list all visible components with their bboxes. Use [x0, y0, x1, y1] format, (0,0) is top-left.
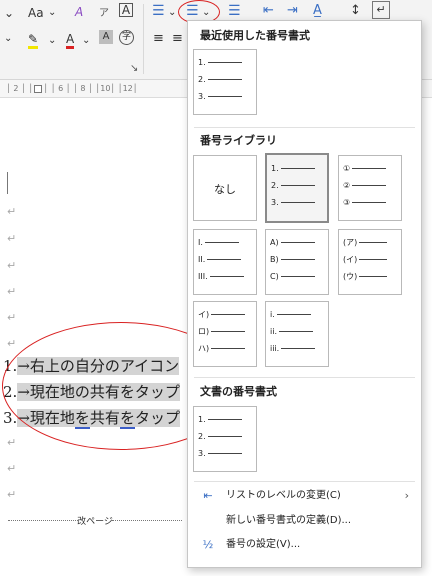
menu-item-label: 新しい番号書式の定義(D)... [226, 515, 352, 526]
clear-formatting-icon[interactable]: A [75, 3, 83, 21]
recent-format-arabic[interactable]: 1. 2. 3. [193, 49, 257, 115]
align-center-icon[interactable]: ≡ [172, 30, 183, 48]
format-row: ハ) [198, 342, 246, 356]
menu-item-label: リストのレベルの変更(C) [226, 490, 341, 501]
chevron-right-icon: › [404, 489, 409, 502]
bullets-chevron-icon[interactable]: ⌄ [168, 4, 176, 22]
format-row: 1. [198, 413, 242, 427]
page-break: 改ページ [0, 514, 190, 527]
format-row: ロ) [198, 325, 246, 339]
font-color-chevron-icon[interactable]: ⌄ [82, 32, 90, 50]
recent-formats-heading: 最近使用した番号書式 [200, 29, 310, 42]
chevron-down-icon[interactable]: ⌄ [4, 30, 12, 48]
paragraph-mark: ↵ [7, 285, 17, 298]
ribbon-group-divider [143, 4, 144, 74]
format-row: (イ) [343, 253, 388, 267]
asian-layout-icon[interactable]: A̲ [313, 2, 322, 20]
menu-item-label: 番号の設定(V)... [226, 539, 301, 550]
separator [194, 127, 415, 128]
format-alpha-upper[interactable]: A) B) C) [265, 229, 329, 295]
format-row: ① [343, 162, 387, 176]
format-row: ③ [343, 196, 387, 210]
enclosed-characters-icon[interactable]: 字 [119, 30, 134, 45]
document-formats-heading: 文書の番号書式 [200, 385, 277, 398]
highlight-chevron-icon[interactable]: ⌄ [48, 32, 56, 50]
paragraph-mark: ↵ [7, 259, 17, 272]
format-row: 1. [271, 162, 315, 176]
indent-marker[interactable] [34, 85, 42, 93]
character-shading-icon[interactable]: A [99, 30, 113, 44]
format-row: 2. [198, 430, 242, 444]
format-none[interactable]: なし [193, 155, 257, 221]
format-row: A) [270, 236, 315, 250]
paragraph-mark: ↵ [7, 311, 17, 324]
decrease-indent-icon[interactable]: ⇤ [263, 2, 274, 20]
format-row: 3. [198, 90, 242, 104]
bullets-icon[interactable]: ☰ [152, 2, 165, 20]
numbering-value-icon: ½ [202, 538, 214, 551]
numbering-library-heading: 番号ライブラリ [200, 134, 277, 147]
set-numbering-value-menu-item[interactable]: ½ 番号の設定(V)... [194, 535, 417, 555]
font-size-case-button[interactable]: Aa [28, 4, 44, 22]
none-label: なし [214, 183, 236, 196]
format-arabic-selected[interactable]: 1. 2. 3. [265, 153, 329, 223]
paragraph-mark: ↵ [7, 488, 17, 501]
highlight-color-icon[interactable]: ✎ [28, 30, 39, 49]
document-format-arabic[interactable]: 1. 2. 3. [193, 406, 257, 472]
phonetic-guide-icon[interactable]: ア [99, 5, 109, 23]
format-row: (ア) [343, 236, 388, 250]
format-row: 3. [271, 196, 315, 210]
format-row: B) [270, 253, 315, 267]
text-cursor [7, 172, 8, 194]
list-indent-icon: ⇤ [203, 489, 213, 502]
chevron-down-icon[interactable]: ⌄ [4, 4, 14, 22]
format-row: 2. [198, 73, 242, 87]
format-circled[interactable]: ① ② ③ [338, 155, 402, 221]
format-row: 1. [198, 56, 242, 70]
format-row: 2. [271, 179, 315, 193]
format-row: II. [198, 253, 242, 267]
format-row: ii. [270, 325, 313, 339]
paragraph-mark: ↵ [7, 337, 17, 350]
paragraph-mark: ↵ [7, 205, 17, 218]
change-list-level-menu-item[interactable]: ⇤ リストのレベルの変更(C) › [194, 486, 417, 506]
font-dialog-launcher-icon[interactable]: ↘ [130, 60, 138, 78]
change-case-chevron-icon[interactable]: ⌄ [48, 4, 56, 22]
format-row: III. [198, 270, 244, 284]
format-row: i. [270, 308, 311, 322]
format-row: iii. [270, 342, 316, 356]
show-formatting-marks-icon[interactable]: ↵ [372, 1, 390, 19]
format-row: ② [343, 179, 387, 193]
paragraph-mark: ↵ [7, 436, 17, 449]
format-katakana[interactable]: (ア) (イ) (ウ) [338, 229, 402, 295]
format-row: 3. [198, 447, 242, 461]
paragraph-mark: ↵ [7, 232, 17, 245]
format-iroha[interactable]: イ) ロ) ハ) [193, 301, 257, 367]
format-row: C) [270, 270, 315, 284]
format-row: イ) [198, 308, 246, 322]
format-row: I. [198, 236, 239, 250]
ruler-ticks: │ 2 │ │ 4 │ │ 6 │ │ 8 │ │10│ │12│ [6, 84, 138, 93]
format-row: (ウ) [343, 270, 388, 284]
character-border-icon[interactable]: A [119, 3, 133, 17]
sort-icon[interactable]: ↕ [350, 2, 361, 20]
align-left-icon[interactable]: ≡ [153, 30, 164, 48]
separator [194, 377, 415, 378]
format-roman-lower[interactable]: i. ii. iii. [265, 301, 329, 367]
increase-indent-icon[interactable]: ⇥ [287, 2, 298, 20]
numbering-library-dropdown: 最近使用した番号書式 1. 2. 3. 番号ライブラリ なし 1. 2. 3. … [187, 20, 422, 568]
define-new-number-format-menu-item[interactable]: 新しい番号書式の定義(D)... [194, 511, 417, 531]
font-color-icon[interactable]: A [66, 30, 75, 49]
format-roman-upper[interactable]: I. II. III. [193, 229, 257, 295]
separator [194, 481, 415, 482]
multilevel-list-icon[interactable]: ☰ [228, 2, 241, 20]
paragraph-mark: ↵ [7, 462, 17, 475]
